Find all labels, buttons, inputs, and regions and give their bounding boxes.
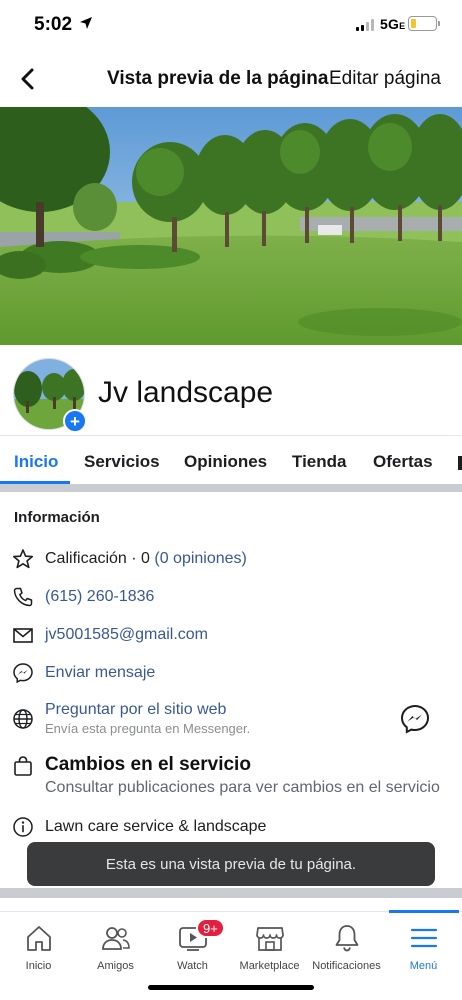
info-heading: Información	[14, 509, 100, 526]
profile-header: + Jv landscape	[0, 345, 462, 435]
globe-icon	[13, 709, 33, 729]
status-bar: 5:02 5GE	[0, 0, 462, 50]
nav-notificaciones[interactable]: Notificaciones	[308, 912, 385, 982]
chevron-left-icon	[21, 68, 34, 90]
edit-page-button[interactable]: Editar página	[329, 68, 441, 90]
page-title: Vista previa de la página	[107, 68, 329, 89]
location-arrow-icon	[80, 17, 92, 29]
envelope-icon	[13, 628, 33, 643]
rating-label: Calificación · 0	[45, 550, 155, 567]
back-button[interactable]	[14, 66, 40, 92]
nav-menu[interactable]: Menú	[385, 912, 462, 982]
ask-website-link[interactable]: Preguntar por el sitio web	[45, 701, 226, 719]
star-icon	[13, 549, 33, 569]
tab-ofertas[interactable]: Ofertas	[373, 452, 433, 472]
tab-opiniones[interactable]: Opiniones	[184, 452, 267, 472]
page-tabs: Inicio Servicios Opiniones Tienda Oferta…	[0, 435, 462, 485]
cover-photo[interactable]	[0, 107, 462, 345]
nav-marketplace[interactable]: Marketplace	[231, 912, 308, 982]
phone-number[interactable]: (615) 260-1836	[45, 588, 154, 606]
service-changes-subtitle[interactable]: Consultar publicaciones para ver cambios…	[45, 779, 450, 797]
page-name: Jv landscape	[98, 376, 274, 409]
watch-notification-badge: 9+	[196, 918, 225, 938]
service-changes-title: Cambios en el servicio	[45, 754, 251, 775]
bell-icon	[335, 925, 358, 952]
network-type: 5GE	[380, 16, 406, 32]
shopping-bag-icon	[14, 756, 32, 776]
ask-website-subtext: Envía esta pregunta en Messenger.	[45, 721, 251, 736]
nav-header: Vista previa de la página Editar página	[0, 50, 462, 107]
status-time: 5:02	[34, 14, 73, 35]
phone-icon	[13, 587, 33, 607]
section-divider	[0, 484, 462, 492]
messenger-icon	[13, 663, 33, 684]
section-divider-bottom	[0, 888, 462, 898]
signal-icon	[356, 19, 374, 31]
toast-message: Esta es una vista previa de tu página.	[105, 855, 357, 873]
page-category: Lawn care service & landscape	[45, 818, 267, 835]
messenger-send-icon[interactable]	[399, 703, 431, 735]
menu-icon	[410, 928, 437, 948]
home-indicator[interactable]	[148, 985, 314, 990]
friends-icon	[101, 927, 130, 950]
home-icon	[26, 926, 51, 951]
marketplace-icon	[255, 927, 284, 951]
battery-icon	[408, 16, 440, 31]
nav-inicio[interactable]: Inicio	[0, 912, 77, 982]
nav-amigos[interactable]: Amigos	[77, 912, 154, 982]
email-address[interactable]: jv5001585@gmail.com	[45, 626, 208, 644]
preview-toast: Esta es una vista previa de tu página.	[27, 842, 435, 886]
tab-servicios[interactable]: Servicios	[84, 452, 160, 472]
tab-overflow-edge	[458, 456, 462, 470]
tab-tienda[interactable]: Tienda	[292, 452, 346, 472]
send-message-link[interactable]: Enviar mensaje	[45, 664, 155, 682]
tab-inicio[interactable]: Inicio	[14, 452, 58, 472]
reviews-link[interactable]: (0 opiniones)	[154, 550, 247, 567]
cover-landscape-image	[0, 107, 462, 345]
add-profile-photo-button[interactable]: +	[63, 409, 87, 433]
info-icon	[13, 817, 33, 837]
